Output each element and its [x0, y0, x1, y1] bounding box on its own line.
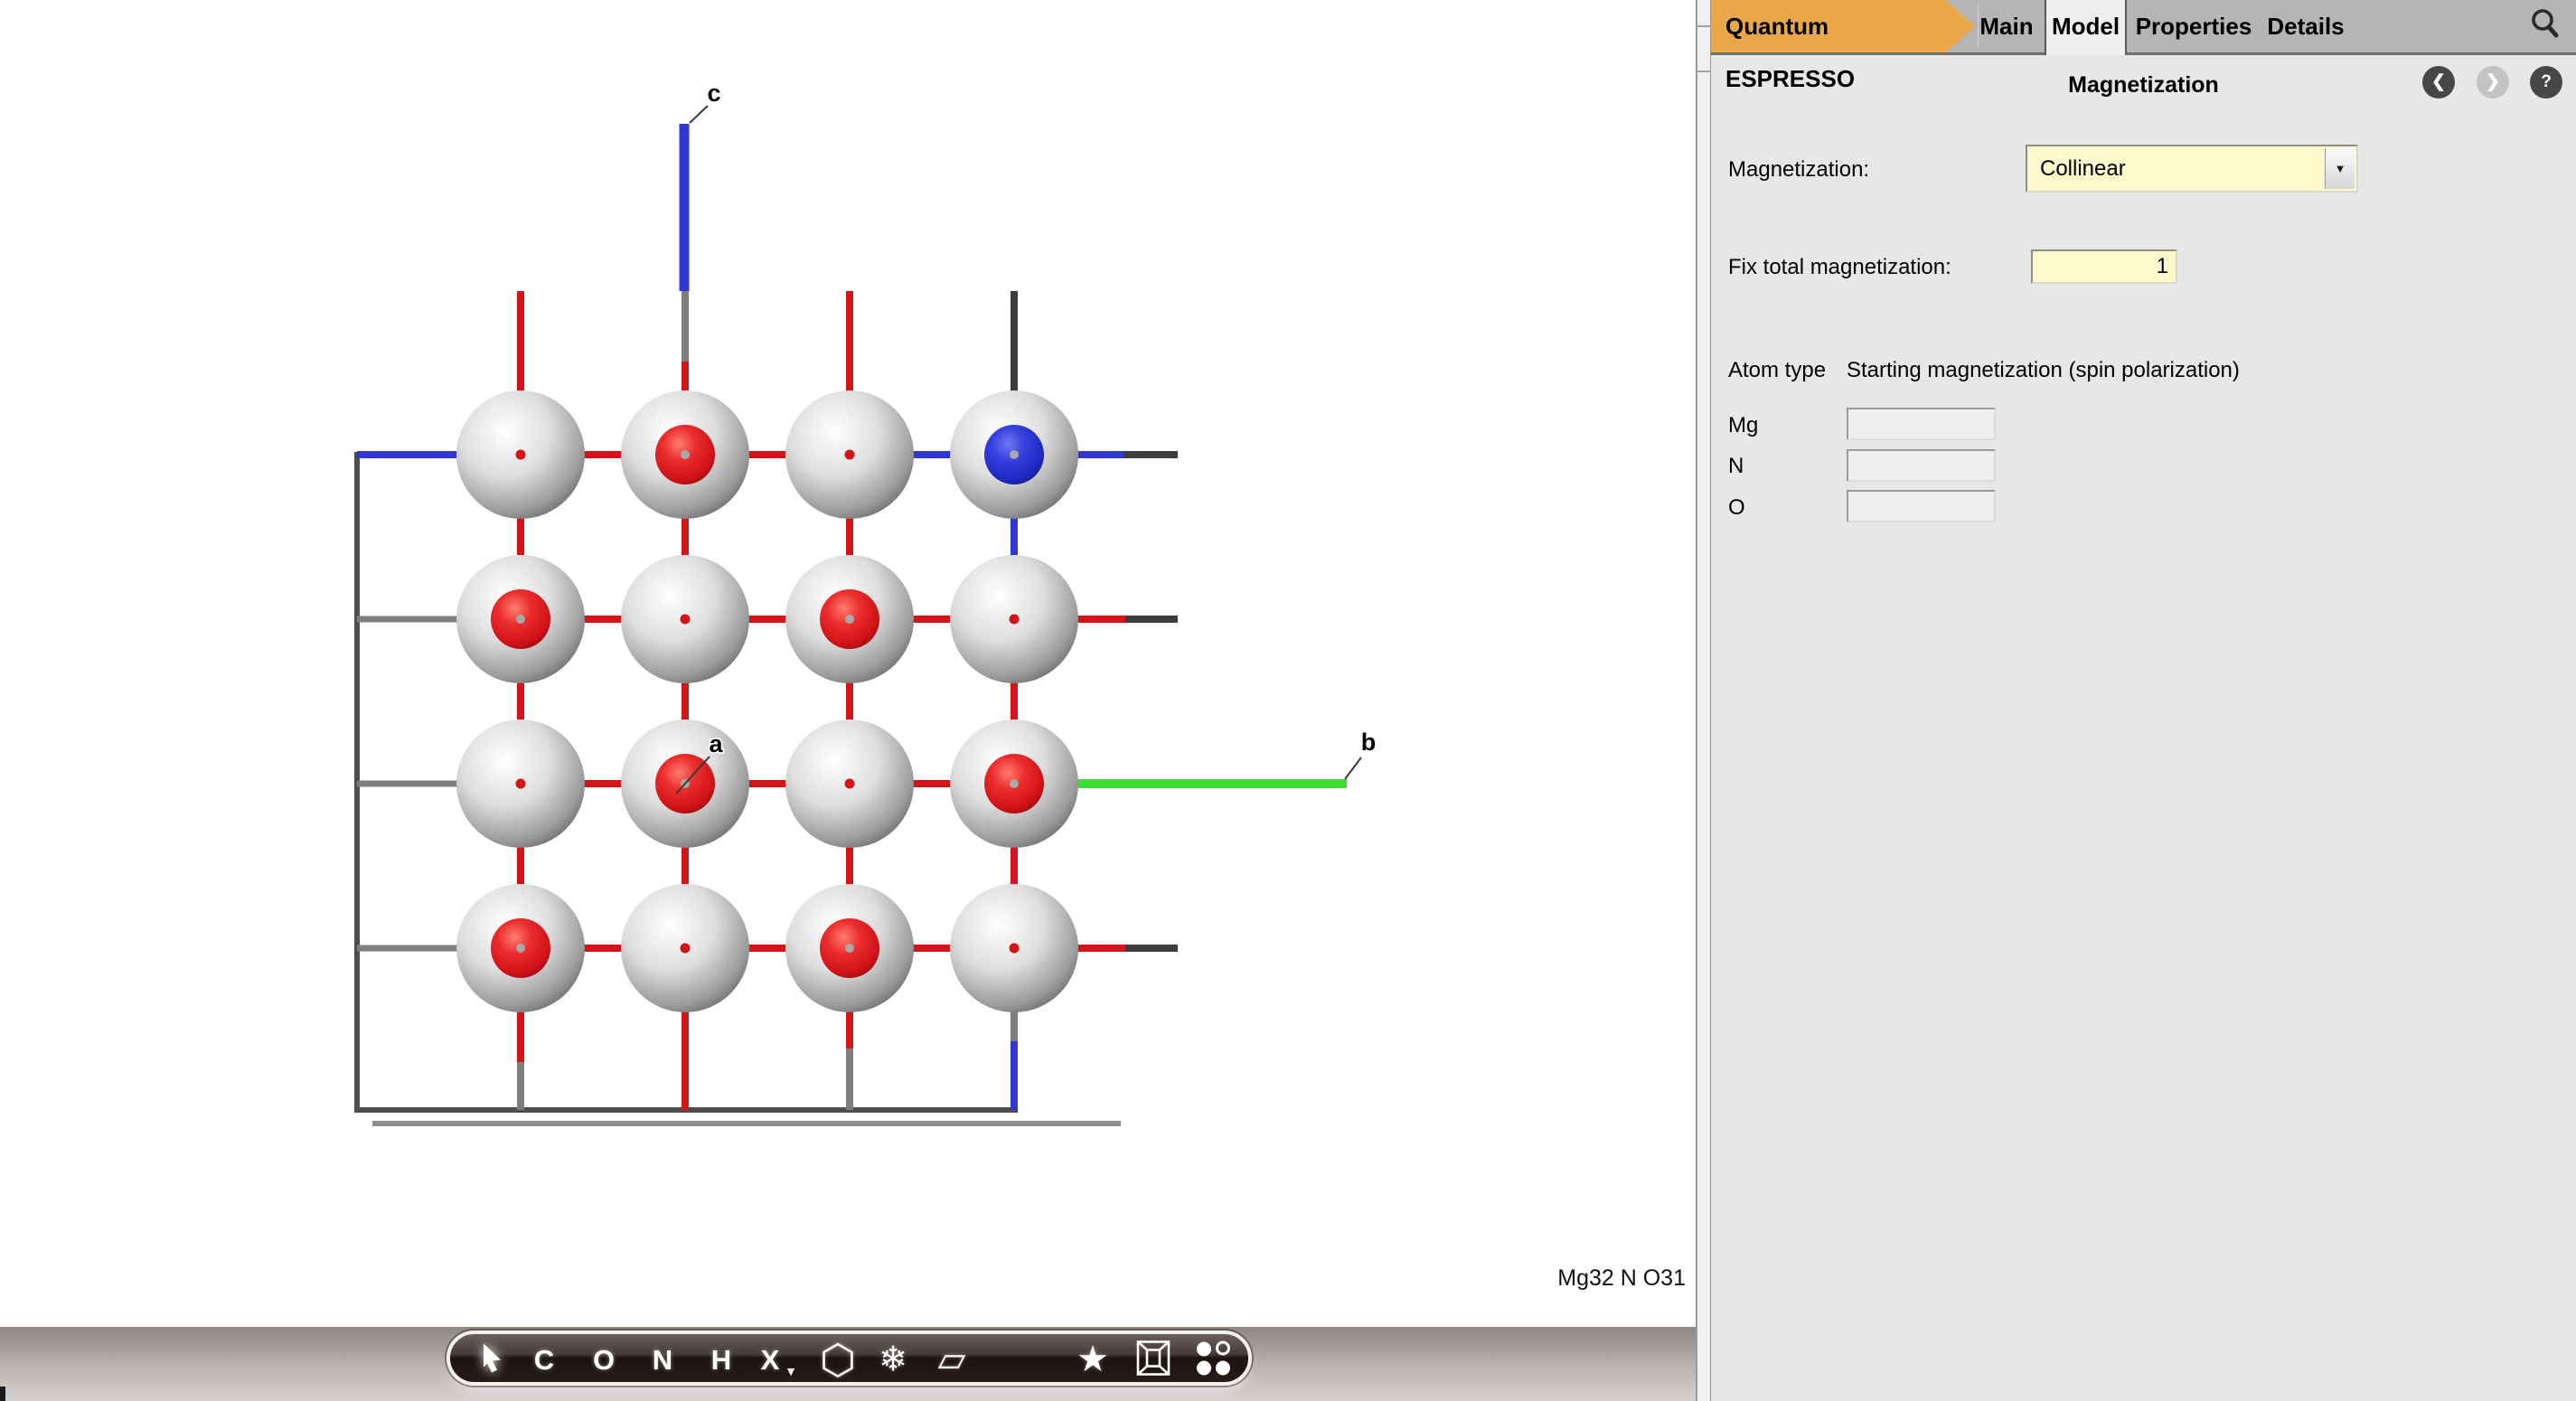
n-magnetization-input[interactable] — [1847, 449, 1996, 482]
element-h-button[interactable]: H — [711, 1344, 731, 1377]
hidden-mg-dot — [1010, 450, 1019, 459]
o-magnetization-input[interactable] — [1847, 490, 1996, 522]
cursor-tool-icon[interactable] — [475, 1341, 505, 1378]
help-button[interactable]: ? — [2530, 66, 2562, 99]
tab-model[interactable]: Model — [2045, 0, 2127, 55]
pane-splitter[interactable] — [1696, 0, 1711, 1401]
hidden-mg-dot — [1010, 779, 1019, 788]
tab-separator — [1978, 4, 1979, 49]
axis-label-b: b — [1361, 729, 1377, 756]
axis-label-c: c — [707, 80, 720, 107]
magnetization-label: Magnetization: — [1728, 157, 1869, 183]
atom-row-label-o: O — [1728, 495, 1745, 521]
fix-total-magnetization-label: Fix total magnetization: — [1728, 255, 1951, 280]
forward-button[interactable]: ❯ — [2477, 66, 2509, 99]
back-button[interactable]: ❮ — [2422, 66, 2455, 99]
mg-magnetization-input[interactable] — [1847, 408, 1996, 440]
atom-type-header: Atom type — [1728, 358, 1826, 383]
fragments-tool-icon[interactable] — [1192, 1338, 1234, 1384]
structure-canvas[interactable]: c a b — [0, 0, 1696, 1327]
hidden-o-dot — [516, 779, 526, 789]
magnetization-select-value: Collinear — [2040, 156, 2126, 181]
element-n-button[interactable]: N — [653, 1344, 672, 1377]
atom-row-label-mg: Mg — [1728, 413, 1758, 438]
tab-properties[interactable]: Properties — [2136, 0, 2252, 52]
hidden-mg-dot — [681, 450, 690, 459]
hidden-mg-dot — [845, 944, 854, 953]
hidden-mg-dot — [516, 944, 525, 953]
element-x-button[interactable]: X — [761, 1344, 780, 1377]
snowflake-tool-icon[interactable]: ❄ — [879, 1340, 907, 1380]
splitter-tick — [1697, 71, 1710, 72]
hidden-o-dot — [845, 779, 855, 789]
search-icon[interactable] — [2529, 7, 2562, 46]
hidden-mg-dot — [516, 615, 525, 624]
tab-quantum-espresso[interactable]: Quantum ESPRESSO — [1711, 0, 1946, 52]
axis-leader — [690, 106, 708, 123]
hidden-o-dot — [1010, 615, 1020, 625]
hidden-o-dot — [845, 450, 855, 460]
element-toolbar: C O N H X ▼ ⬡ ❄ ▱ ★ — [447, 1330, 1252, 1386]
axis-leader — [1345, 757, 1361, 779]
tab-details[interactable]: Details — [2267, 0, 2344, 52]
application-window: c a b Mg32 N O31 C O N H X ▼ ⬡ ❄ ▱ ★ — [0, 0, 2576, 1401]
corner-artifact — [0, 1387, 5, 1401]
magnetization-select[interactable]: Collinear ▼ — [2026, 145, 2358, 193]
splitter-tick — [1697, 25, 1710, 27]
star-tool-icon[interactable]: ★ — [1076, 1339, 1109, 1380]
tab-main[interactable]: Main — [1979, 0, 2033, 52]
hidden-o-dot — [681, 615, 691, 625]
axis-label-a: a — [709, 730, 723, 757]
hidden-o-dot — [681, 944, 691, 954]
ring-tool-icon[interactable]: ⬡ — [820, 1335, 856, 1384]
element-c-button[interactable]: C — [534, 1344, 554, 1377]
element-o-button[interactable]: O — [593, 1344, 615, 1377]
unit-cell-tool-icon[interactable] — [1133, 1339, 1173, 1383]
element-dropdown-icon[interactable]: ▼ — [785, 1364, 797, 1378]
fix-total-magnetization-input[interactable] — [2031, 249, 2177, 284]
plane-tool-icon[interactable]: ▱ — [938, 1339, 966, 1380]
chevron-down-icon[interactable]: ▼ — [2325, 148, 2355, 189]
hidden-o-dot — [1010, 944, 1020, 954]
hidden-mg-dot — [845, 615, 854, 624]
settings-panel: Quantum ESPRESSO Main Model Properties D… — [1711, 0, 2576, 1401]
panel-tab-bar: Quantum ESPRESSO Main Model Properties D… — [1711, 0, 2576, 55]
atom-row-label-n: N — [1728, 454, 1744, 479]
structure-formula-label: Mg32 N O31 — [1446, 1265, 1686, 1292]
starting-magnetization-header: Starting magnetization (spin polarizatio… — [1847, 358, 2240, 383]
hidden-o-dot — [516, 450, 526, 460]
structure-viewport[interactable]: c a b Mg32 N O31 C O N H X ▼ ⬡ ❄ ▱ ★ — [0, 0, 1696, 1401]
